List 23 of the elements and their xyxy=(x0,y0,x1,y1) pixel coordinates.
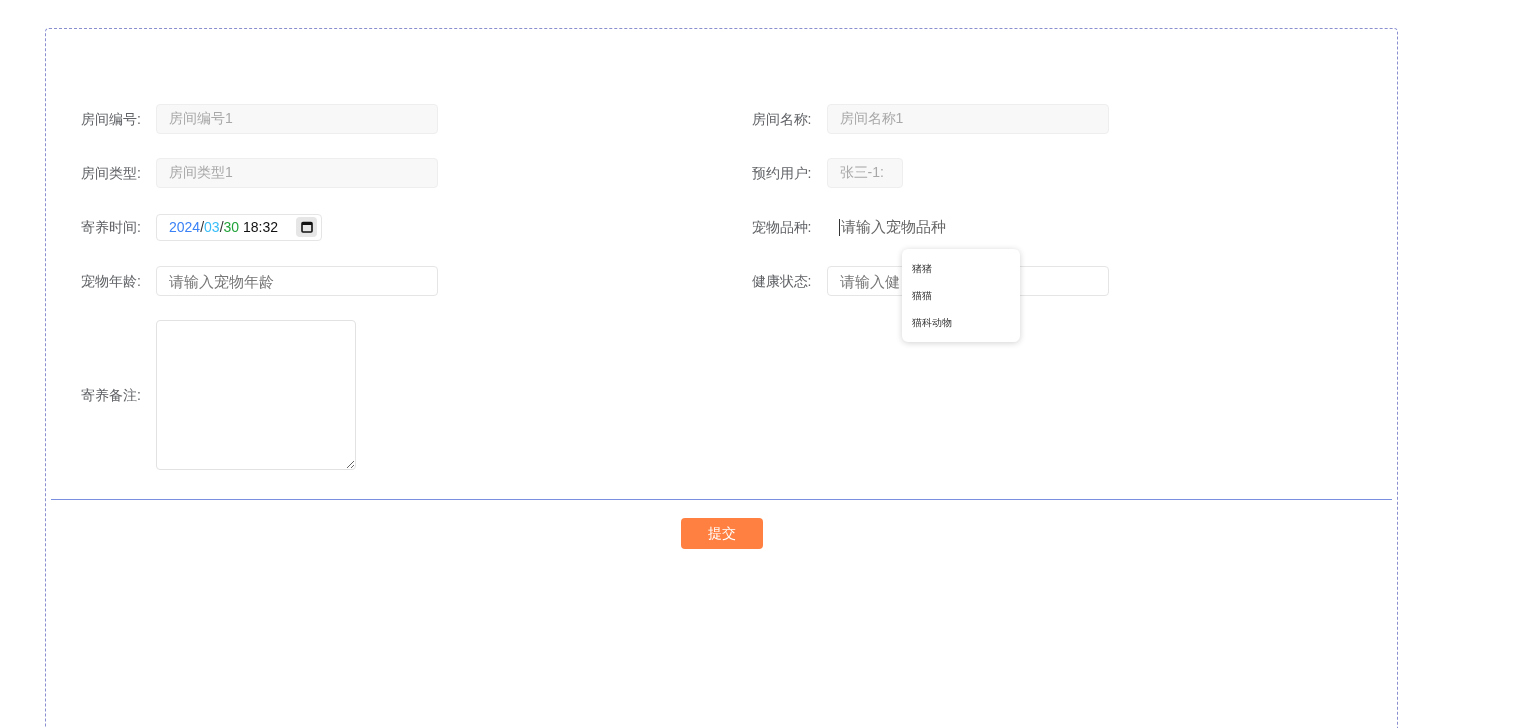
field-label: 房间名称: xyxy=(751,109,813,129)
field-label: 寄养备注: xyxy=(81,385,142,405)
field-label: 宠物品种: xyxy=(751,217,813,237)
calendar-icon[interactable] xyxy=(296,217,317,237)
date-text: / xyxy=(200,217,205,237)
field-label: 预约用户: xyxy=(751,163,813,183)
field-label: 宠物年龄: xyxy=(81,271,142,291)
textarea-field[interactable] xyxy=(156,320,356,470)
datetime-field[interactable]: 2024/03/30 18:32 xyxy=(156,213,322,241)
date-text: 18:32 xyxy=(241,217,279,237)
suggestion-item[interactable]: 猪猪 xyxy=(901,255,1020,282)
input-field[interactable]: 请输入宠物品种 xyxy=(826,212,1109,242)
date-text: 30 xyxy=(223,217,240,237)
suggestion-item[interactable]: 猫猫 xyxy=(901,282,1020,309)
field-label: 健康状态: xyxy=(751,271,813,291)
field-label: 寄养时间: xyxy=(81,217,142,237)
date-text: / xyxy=(219,217,224,237)
date-text: 2024 xyxy=(169,217,201,237)
date-text: 03 xyxy=(204,217,220,237)
field-label: 房间类型: xyxy=(81,163,142,183)
field-label: 房间编号: xyxy=(81,109,142,129)
input-field[interactable]: 请输入宠物年龄 xyxy=(156,266,438,296)
suggestion-item[interactable]: 猫科动物 xyxy=(901,309,1020,336)
